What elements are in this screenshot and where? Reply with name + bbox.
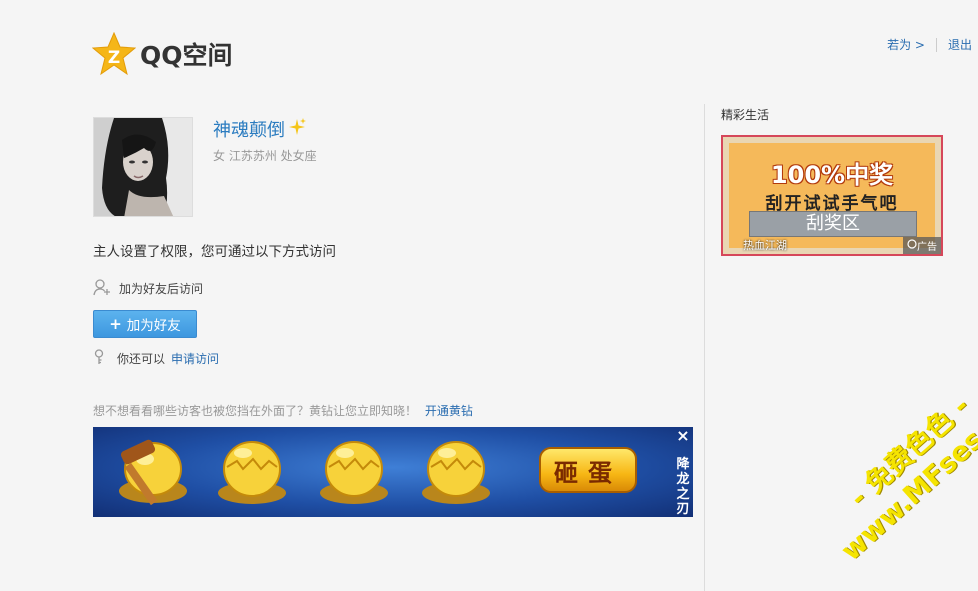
apply-access-link[interactable]: 申请访问: [171, 350, 219, 367]
golden-egg-hammer-icon: [111, 435, 189, 506]
nav-divider: [935, 37, 937, 52]
watermark: - 免费色色 - www.MFsese.com: [812, 337, 978, 568]
close-icon[interactable]: ×: [675, 428, 691, 445]
key-icon: [93, 349, 105, 368]
logout-link[interactable]: 退出: [948, 36, 972, 53]
friend-option-label: 加为好友后访问: [119, 282, 204, 296]
ad-tag-label: 广告: [917, 242, 937, 253]
vip-message: 想不想看看哪些访客也被您挡在外面了？黄钻让您立即知晓！: [93, 404, 418, 418]
ad-headline: 100%中奖: [770, 161, 894, 189]
avatar[interactable]: [93, 117, 193, 217]
golden-egg-icon: [213, 435, 291, 505]
svg-text:Z: Z: [108, 48, 120, 68]
golden-egg-icon: [417, 435, 495, 505]
username-link[interactable]: 神魂颠倒: [213, 116, 285, 142]
game-banner-ad[interactable]: 砸蛋 降龙之刃 ×: [93, 427, 693, 517]
add-friend-button[interactable]: + 加为好友: [93, 310, 197, 338]
scratch-card-panel: 100%中奖 刮开试试手气吧 刮奖区: [729, 143, 935, 248]
smash-egg-button[interactable]: 砸蛋: [539, 447, 637, 493]
username-row: 神魂颠倒: [213, 116, 307, 142]
plus-icon: +: [109, 315, 122, 333]
ad-footer: 热血江湖 广告: [723, 236, 941, 254]
banner-game-title: 降龙之刃: [676, 457, 690, 517]
user-meta: 女 江苏苏州 处女座: [213, 149, 317, 163]
ad-info-icon: [907, 239, 917, 252]
friend-access-row: 加为好友后访问: [93, 278, 203, 299]
permission-message: 主人设置了权限，您可通过以下方式访问: [93, 244, 336, 260]
apply-access-row: 你还可以 申请访问: [93, 349, 219, 368]
scratch-area[interactable]: 刮奖区: [749, 211, 917, 237]
star-logo-icon: Z: [91, 31, 137, 76]
add-user-icon: [93, 278, 111, 299]
add-friend-button-label: 加为好友: [126, 318, 181, 334]
logo-text: QQ空间: [140, 41, 233, 70]
vip-promo: 想不想看看哪些访客也被您挡在外面了？黄钻让您立即知晓！ 开通黄钻: [93, 402, 473, 419]
column-divider: [704, 104, 705, 591]
open-yellow-diamond-link[interactable]: 开通黄钻: [425, 404, 473, 418]
qzone-logo[interactable]: Z QQ空间: [91, 31, 233, 76]
top-nav: 若为 > 退出: [887, 36, 972, 53]
apply-prefix: 你还可以: [117, 352, 166, 366]
sparkle-icon: [287, 117, 307, 141]
scratch-card-ad[interactable]: 100%中奖 刮开试试手气吧 刮奖区 热血江湖 广告: [721, 135, 943, 256]
ad-brand: 热血江湖: [743, 239, 787, 252]
user-profile-link[interactable]: 若为 >: [887, 36, 925, 53]
side-section-title: 精彩生活: [721, 108, 770, 122]
ad-tag: 广告: [903, 237, 941, 254]
golden-egg-icon: [315, 435, 393, 505]
